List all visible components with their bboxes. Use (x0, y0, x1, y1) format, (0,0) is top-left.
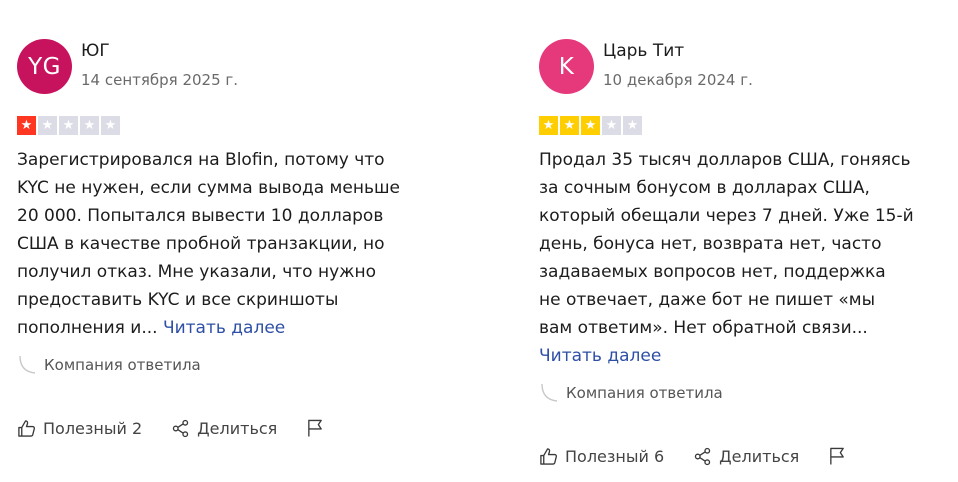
reply-curve-icon (19, 355, 36, 374)
star-icon: ★ (38, 116, 57, 135)
share-button[interactable]: Делиться (693, 447, 799, 466)
report-button[interactable] (306, 418, 332, 438)
review-header: YG ЮГ 14 сентября 2025 г. (17, 39, 467, 95)
review-text-line: за сочным бонусом в долларах США, (539, 178, 870, 198)
reviewer-name[interactable]: ЮГ (81, 41, 110, 61)
helpful-button[interactable]: Полезный 2 (17, 419, 142, 438)
review-actions: Полезный 6 Делиться (539, 446, 883, 466)
share-button[interactable]: Делиться (171, 419, 277, 438)
company-replied-label: Компания ответила (44, 356, 201, 374)
company-replied-label: Компания ответила (566, 384, 723, 402)
review-text: Зарегистрировался на Blofin, потому что … (17, 146, 400, 342)
star-icon: ★ (101, 116, 120, 135)
reply-curve-icon (541, 383, 558, 402)
report-button[interactable] (828, 446, 854, 466)
review-text-line: который обещали через 7 дней. Уже 15-й (539, 206, 914, 226)
review-text-line: Зарегистрировался на Blofin, потому что (17, 150, 385, 170)
share-icon (694, 447, 711, 465)
review-date: 10 декабря 2024 г. (603, 71, 753, 89)
star-icon: ★ (59, 116, 78, 135)
star-icon: ★ (80, 116, 99, 135)
review-text-line: получил отказ. Мне указали, что нужно (17, 262, 376, 282)
star-icon: ★ (581, 116, 600, 135)
flag-icon (830, 447, 845, 465)
avatar[interactable]: K (539, 39, 594, 94)
review-text-line: задаваемых вопросов нет, поддержка (539, 262, 886, 282)
star-icon: ★ (623, 116, 642, 135)
review-text-line: вам ответим». Нет обратной связи... (539, 318, 868, 338)
review-text: Продал 35 тысяч долларов США, гоняясь за… (539, 146, 914, 370)
star-icon: ★ (602, 116, 621, 135)
star-icon: ★ (560, 116, 579, 135)
company-replied[interactable]: Компания ответила (539, 382, 723, 404)
company-replied[interactable]: Компания ответила (17, 354, 201, 376)
thumbs-up-icon (540, 447, 558, 465)
read-more-link[interactable]: Читать далее (539, 346, 661, 366)
share-label: Делиться (197, 418, 278, 438)
review-text-line: пополнения и... (17, 318, 158, 338)
helpful-label: Полезный 6 (565, 446, 665, 466)
review-date: 14 сентября 2025 г. (81, 71, 239, 89)
review-text-line: KYC не нужен, если сумма вывода меньше (17, 178, 400, 198)
helpful-button[interactable]: Полезный 6 (539, 447, 664, 466)
review-text-line: не отвечает, даже бот не пишет «мы (539, 290, 876, 310)
star-icon: ★ (539, 116, 558, 135)
review-actions: Полезный 2 Делиться (17, 418, 361, 438)
review-text-line: предоставить KYC и все скриншоты (17, 290, 339, 310)
review-header: K Царь Тит 10 декабря 2024 г. (539, 39, 939, 95)
star-icon: ★ (17, 116, 36, 135)
star-rating: ★ ★ ★ ★ ★ (539, 116, 642, 135)
read-more-link[interactable]: Читать далее (163, 318, 285, 338)
flag-icon (308, 419, 323, 437)
review-text-line: 20 000. Попытался вывести 10 долларов (17, 206, 384, 226)
star-rating: ★ ★ ★ ★ ★ (17, 116, 120, 135)
review-text-line: США в качестве пробной транзакции, но (17, 234, 385, 254)
review-text-line: Продал 35 тысяч долларов США, гоняясь (539, 150, 911, 170)
thumbs-up-icon (18, 419, 36, 437)
share-label: Делиться (719, 446, 800, 466)
reviewer-name[interactable]: Царь Тит (603, 41, 684, 61)
review-text-line: день, бонуса нет, возврата нет, часто (539, 234, 882, 254)
share-icon (172, 419, 189, 437)
helpful-label: Полезный 2 (43, 418, 143, 438)
avatar[interactable]: YG (17, 39, 72, 94)
